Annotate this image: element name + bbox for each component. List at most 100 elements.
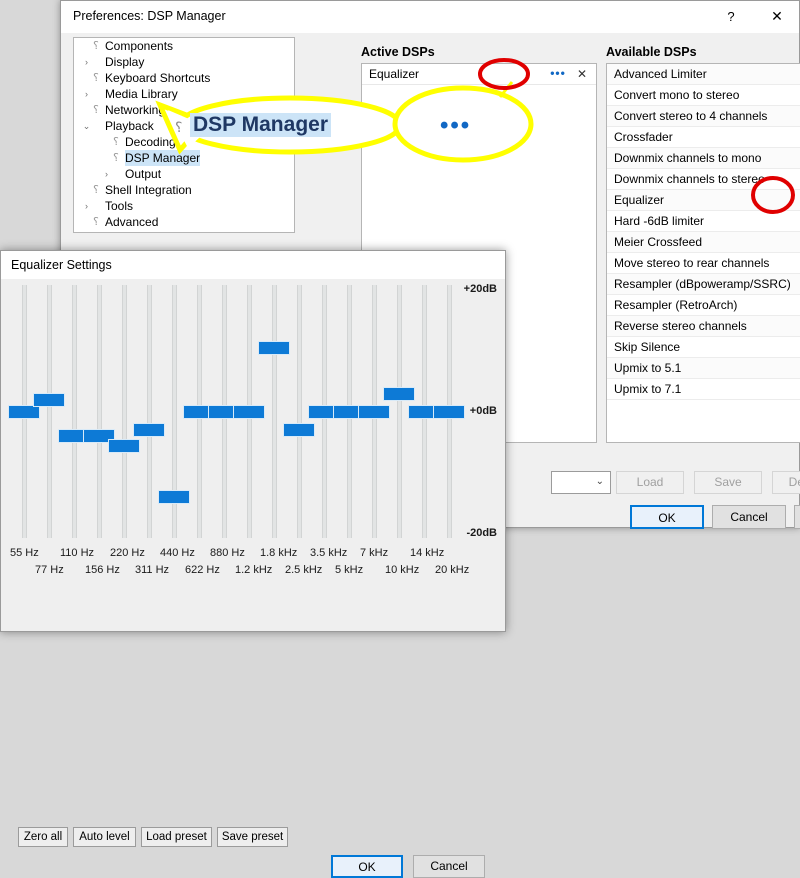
tree-item-output[interactable]: › Output	[74, 166, 294, 182]
eq-slider-track[interactable]	[97, 285, 102, 538]
load-button[interactable]: Load	[616, 471, 684, 494]
eq-frequency-label: 220 Hz	[110, 547, 145, 559]
available-dsp-name: Upmix to 5.1	[614, 361, 682, 375]
auto-level-button[interactable]: Auto level	[73, 827, 136, 847]
active-dsp-row[interactable]: Equalizer ••• ✕	[362, 64, 596, 85]
tree-item-label: Components	[105, 39, 174, 53]
eq-slider-thumb[interactable]	[283, 423, 315, 438]
expander-icon[interactable]: ›	[100, 166, 113, 182]
available-dsp-row[interactable]: Skip Silence+	[607, 337, 800, 358]
available-dsp-row[interactable]: Move stereo to rear channels+	[607, 253, 800, 274]
available-dsp-row[interactable]: Advanced Limiter+	[607, 64, 800, 85]
eq-frequency-label: 55 Hz	[10, 547, 39, 559]
tree-leaf-dots-icon: ⸮	[113, 152, 119, 164]
eq-slider-thumb[interactable]	[33, 392, 65, 407]
preset-combobox[interactable]: ⌄	[551, 471, 611, 494]
callout-tree-dots-icon: ⸮	[175, 119, 183, 135]
tree-leaf-dots-icon: ⸮	[93, 72, 99, 84]
load-preset-button[interactable]: Load preset	[141, 827, 212, 847]
tree-leaf-dots-icon: ⸮	[93, 184, 99, 196]
dsp-configure-icon[interactable]: •••	[548, 67, 568, 81]
available-dsp-row[interactable]: Upmix to 7.1+	[607, 379, 800, 400]
eq-slider-thumb[interactable]	[233, 405, 265, 419]
zero-all-button[interactable]: Zero all	[18, 827, 68, 847]
available-dsp-name: Advanced Limiter	[614, 67, 707, 81]
dsp-remove-icon[interactable]: ✕	[574, 64, 590, 84]
eq-slider-thumb[interactable]	[383, 386, 415, 401]
available-dsps-list[interactable]: Advanced Limiter+Convert mono to stereo+…	[606, 63, 800, 443]
available-dsp-name: Reverse stereo channels	[614, 319, 747, 333]
db-bot: -20dB	[466, 527, 497, 539]
expander-icon[interactable]: ⌄	[80, 118, 93, 134]
tree-item-media-library[interactable]: › Media Library	[74, 86, 294, 102]
eq-slider-track[interactable]	[397, 285, 402, 538]
equalizer-cancel-button[interactable]: Cancel	[413, 855, 485, 878]
eq-frequency-label: 156 Hz	[85, 564, 120, 576]
tree-item-components[interactable]: ⸮ Components	[74, 38, 294, 54]
eq-slider-thumb[interactable]	[258, 340, 290, 355]
tree-item-keyboard-shortcuts[interactable]: ⸮ Keyboard Shortcuts	[74, 70, 294, 86]
cancel-button[interactable]: Cancel	[712, 505, 786, 529]
tree-item-tools[interactable]: › Tools	[74, 198, 294, 214]
eq-slider-thumb[interactable]	[108, 438, 140, 453]
eq-frequency-label: 880 Hz	[210, 547, 245, 559]
help-icon[interactable]: ?	[709, 1, 753, 32]
save-preset-button[interactable]: Save preset	[217, 827, 288, 847]
expander-icon[interactable]: ›	[80, 198, 93, 214]
tree-item-label: Shell Integration	[105, 183, 192, 197]
preferences-titlebar: Preferences: DSP Manager ? ✕	[61, 1, 799, 33]
tree-item-display[interactable]: › Display	[74, 54, 294, 70]
tree-item-advanced[interactable]: ⸮ Advanced	[74, 214, 294, 230]
tree-item-label: Networking	[105, 103, 166, 117]
available-dsp-row[interactable]: Upmix to 5.1+	[607, 358, 800, 379]
close-icon[interactable]: ✕	[755, 1, 799, 32]
equalizer-band-sliders[interactable]: +20dB +0dB -20dB	[8, 283, 499, 540]
available-dsp-row[interactable]: Meier Crossfeed+	[607, 232, 800, 253]
expander-icon[interactable]: ›	[80, 54, 93, 70]
tree-item-label: Advanced	[105, 215, 159, 229]
tree-leaf-dots-icon: ⸮	[93, 104, 99, 116]
available-dsp-row[interactable]: Crossfader+	[607, 127, 800, 148]
equalizer-ok-button[interactable]: OK	[331, 855, 403, 878]
tree-item-label: DSP Manager	[125, 150, 201, 166]
eq-slider-thumb[interactable]	[133, 423, 165, 438]
eq-slider-track[interactable]	[72, 285, 77, 538]
delete-button[interactable]: Delete	[772, 471, 800, 494]
available-dsp-row[interactable]: Convert stereo to 4 channels+	[607, 106, 800, 127]
eq-slider-thumb[interactable]	[8, 405, 40, 419]
tree-leaf-dots-icon: ⸮	[113, 136, 119, 148]
expander-icon[interactable]: ›	[80, 86, 93, 102]
eq-slider-thumb[interactable]	[358, 405, 390, 419]
window-title: Preferences: DSP Manager	[73, 9, 226, 23]
save-button[interactable]: Save	[694, 471, 762, 494]
eq-frequency-label: 622 Hz	[185, 564, 220, 576]
eq-slider-track[interactable]	[297, 285, 302, 538]
tree-item-label: Display	[105, 55, 145, 69]
available-dsp-row[interactable]: Downmix channels to stereo+	[607, 169, 800, 190]
eq-slider-track[interactable]	[47, 285, 52, 538]
available-dsp-row[interactable]: Convert mono to stereo+	[607, 85, 800, 106]
eq-slider-thumb[interactable]	[158, 490, 190, 505]
available-dsp-row[interactable]: Downmix channels to mono+	[607, 148, 800, 169]
available-dsp-row[interactable]: Resampler (dBpoweramp/SSRC)+	[607, 274, 800, 295]
available-dsp-row[interactable]: Reverse stereo channels+	[607, 316, 800, 337]
tree-leaf-dots-icon: ⸮	[93, 40, 99, 52]
tree-item-shell-integration[interactable]: ⸮ Shell Integration	[74, 182, 294, 198]
available-dsp-name: Move stereo to rear channels	[614, 256, 770, 270]
available-dsp-row[interactable]: Resampler (RetroArch)+	[607, 295, 800, 316]
equalizer-settings-window: Equalizer Settings +20dB +0dB -20dB 55 Hz 1…	[0, 250, 506, 878]
available-dsp-row[interactable]: Equalizer+	[607, 190, 800, 211]
eq-slider-thumb[interactable]	[433, 405, 465, 419]
tree-item-label: Keyboard Shortcuts	[105, 71, 211, 85]
active-dsp-name: Equalizer	[369, 67, 420, 81]
eq-slider-track[interactable]	[122, 285, 127, 538]
tree-item-dsp-manager[interactable]: ⸮ DSP Manager	[74, 150, 294, 166]
eq-frequency-label: 14 kHz	[410, 547, 445, 559]
available-dsp-name: Downmix channels to mono	[614, 151, 762, 165]
eq-slider-track[interactable]	[147, 285, 152, 538]
apply-button[interactable]: Apply	[794, 505, 800, 529]
ok-button[interactable]: OK	[630, 505, 704, 529]
available-dsp-row[interactable]: Hard -6dB limiter+	[607, 211, 800, 232]
eq-frequency-label: 5 kHz	[335, 564, 364, 576]
eq-slider-track[interactable]	[272, 285, 277, 538]
